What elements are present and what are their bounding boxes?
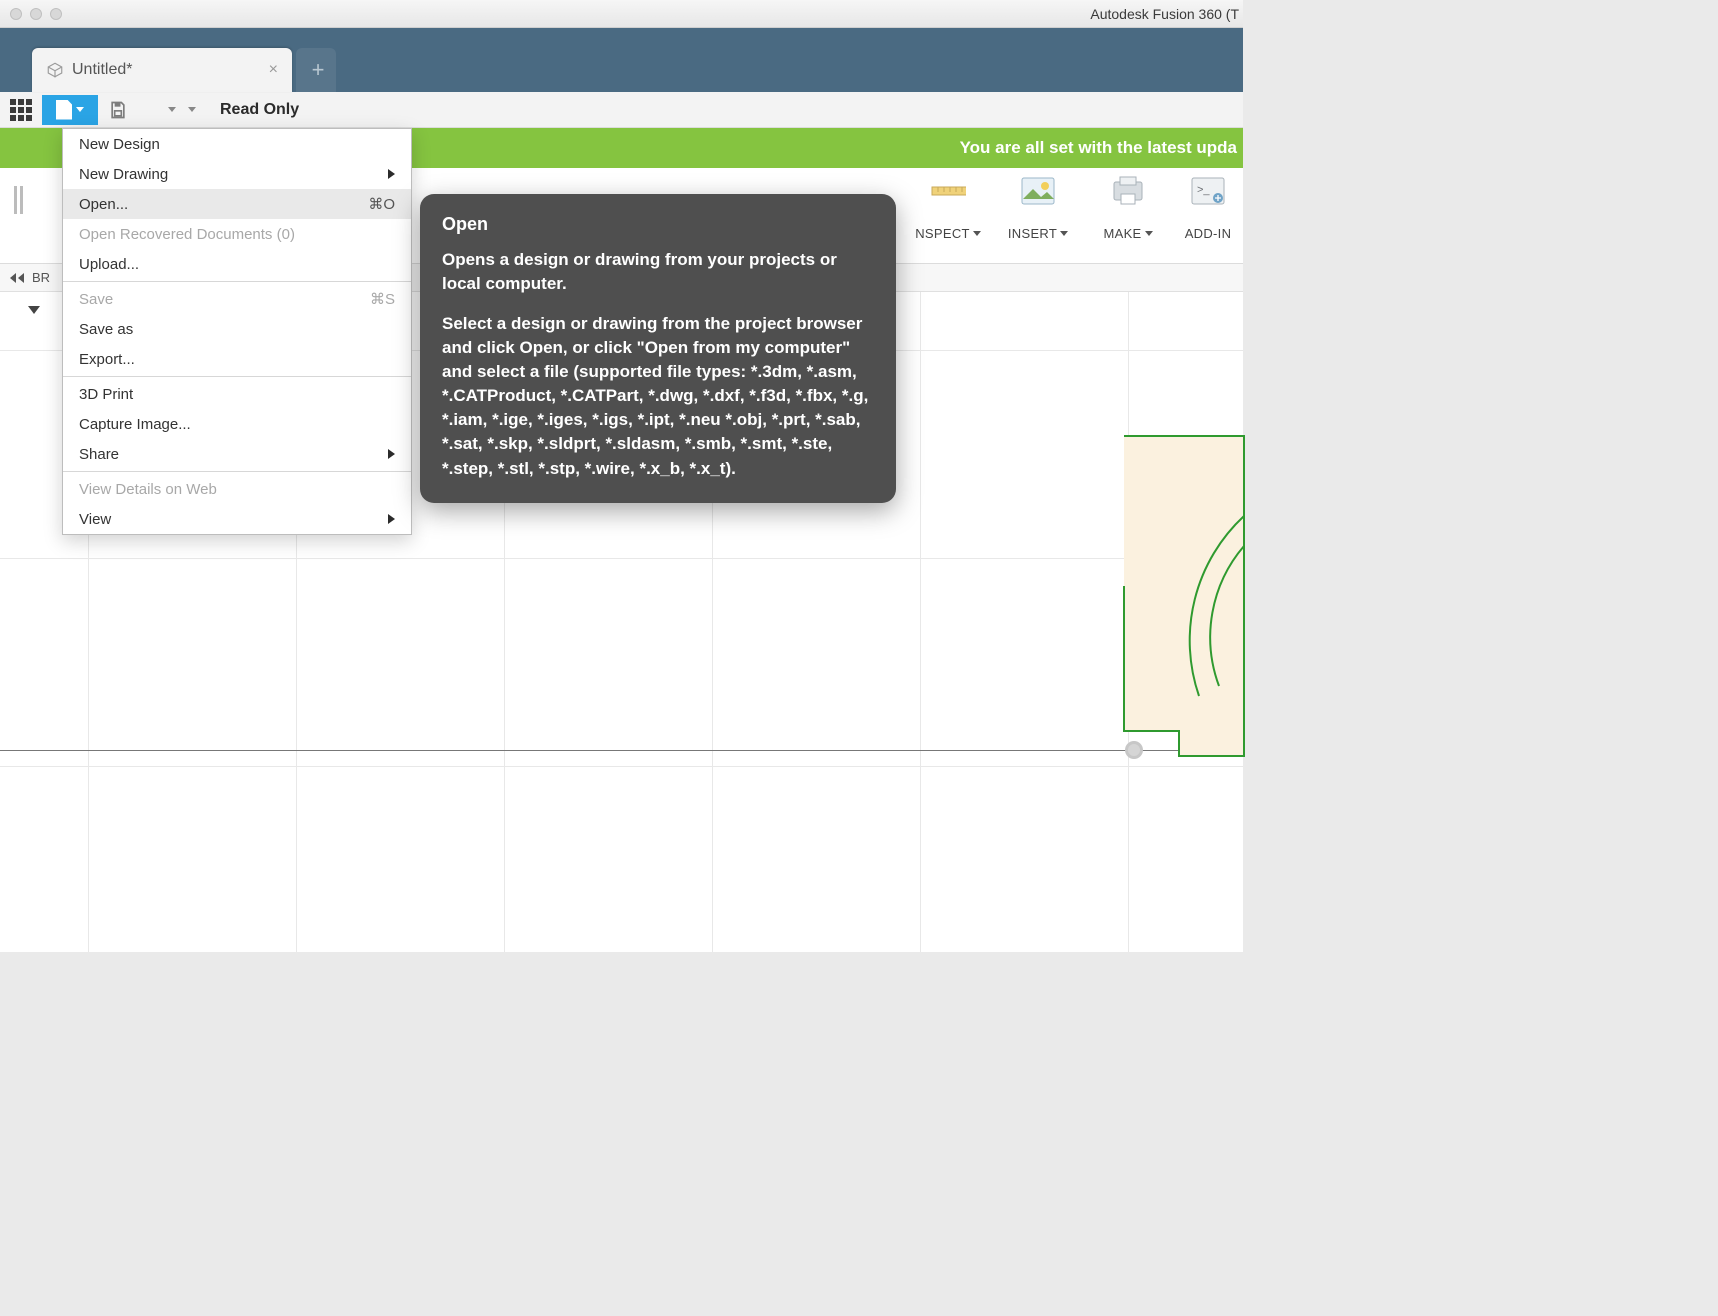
- menu-item-save-as[interactable]: Save as: [63, 314, 411, 344]
- chevron-right-icon: [388, 169, 395, 179]
- ribbon-label: ADD-IN: [1185, 226, 1232, 241]
- window-titlebar: Autodesk Fusion 360 (T: [0, 0, 1243, 28]
- chevron-down-icon: [188, 107, 196, 112]
- ribbon-label: NSPECT: [915, 226, 970, 241]
- close-tab-button[interactable]: ×: [265, 57, 282, 83]
- update-banner-text: You are all set with the latest upda: [960, 138, 1237, 158]
- ribbon-label: INSERT: [1008, 226, 1057, 241]
- redo-button[interactable]: [186, 95, 196, 125]
- menu-item-3d-print[interactable]: 3D Print: [63, 379, 411, 409]
- save-button[interactable]: [108, 95, 128, 125]
- chevron-right-icon: [388, 449, 395, 459]
- menu-item-save: Save⌘S: [63, 284, 411, 314]
- svg-text:>_: >_: [1197, 184, 1210, 196]
- browser-collapse-toggle[interactable]: [28, 306, 40, 314]
- cube-icon: [46, 61, 64, 79]
- printer-icon: [1110, 176, 1146, 206]
- new-tab-button[interactable]: +: [296, 48, 336, 92]
- history-rewind-button[interactable]: [10, 273, 24, 283]
- menu-item-share[interactable]: Share: [63, 439, 411, 469]
- chevron-down-icon: [973, 231, 981, 236]
- image-icon: [1020, 176, 1056, 206]
- ribbon-item-make[interactable]: MAKE: [1083, 176, 1173, 241]
- chevron-right-icon: [388, 514, 395, 524]
- chevron-down-icon: [168, 107, 176, 112]
- document-tab-untitled[interactable]: Untitled* ×: [32, 48, 292, 92]
- file-menu-dropdown: New Design New Drawing Open...⌘O Open Re…: [62, 128, 412, 535]
- menu-item-new-drawing[interactable]: New Drawing: [63, 159, 411, 189]
- menu-separator: [63, 281, 411, 282]
- ruler-icon: [930, 176, 966, 206]
- tooltip-paragraph: Select a design or drawing from the proj…: [442, 312, 874, 481]
- ribbon-drag-handle[interactable]: [14, 186, 28, 214]
- menu-item-view[interactable]: View: [63, 504, 411, 534]
- plus-icon: +: [312, 57, 325, 83]
- window-title: Autodesk Fusion 360 (T: [1090, 6, 1239, 22]
- menu-item-upload[interactable]: Upload...: [63, 249, 411, 279]
- menu-item-view-details: View Details on Web: [63, 474, 411, 504]
- file-menu-button[interactable]: [42, 95, 98, 125]
- ribbon-item-inspect[interactable]: NSPECT: [903, 176, 993, 241]
- shortcut-label: ⌘S: [370, 290, 395, 308]
- tab-bar: Untitled* × +: [0, 28, 1243, 92]
- file-icon: [56, 100, 72, 120]
- menu-item-open-recovered: Open Recovered Documents (0): [63, 219, 411, 249]
- menu-item-capture-image[interactable]: Capture Image...: [63, 409, 411, 439]
- history-label: BR: [32, 270, 50, 285]
- ribbon-item-insert[interactable]: INSERT: [993, 176, 1083, 241]
- tooltip-title: Open: [442, 212, 874, 238]
- tab-title: Untitled*: [72, 61, 132, 79]
- chevron-down-icon: [76, 107, 84, 112]
- axis-horizontal: [0, 750, 1243, 751]
- window-zoom-button[interactable]: [50, 8, 62, 20]
- script-icon: >_: [1190, 176, 1226, 206]
- menu-item-new-design[interactable]: New Design: [63, 129, 411, 159]
- read-only-label: Read Only: [220, 101, 299, 119]
- tooltip-open: Open Opens a design or drawing from your…: [420, 194, 896, 503]
- menu-item-open[interactable]: Open...⌘O: [63, 189, 411, 219]
- tooltip-paragraph: Opens a design or drawing from your proj…: [442, 248, 874, 296]
- undo-button[interactable]: [166, 95, 176, 125]
- window-minimize-button[interactable]: [30, 8, 42, 20]
- quick-access-toolbar: Read Only: [0, 92, 1243, 128]
- menu-separator: [63, 471, 411, 472]
- shortcut-label: ⌘O: [368, 195, 395, 213]
- sketch-geometry: [1124, 436, 1244, 761]
- window-close-button[interactable]: [10, 8, 22, 20]
- data-panel-button[interactable]: [10, 95, 32, 125]
- ribbon-item-addins[interactable]: >_ ADD-IN: [1173, 176, 1243, 241]
- ribbon-label: MAKE: [1103, 226, 1141, 241]
- menu-separator: [63, 376, 411, 377]
- chevron-down-icon: [1145, 231, 1153, 236]
- menu-item-export[interactable]: Export...: [63, 344, 411, 374]
- grid-icon: [10, 99, 32, 121]
- chevron-down-icon: [1060, 231, 1068, 236]
